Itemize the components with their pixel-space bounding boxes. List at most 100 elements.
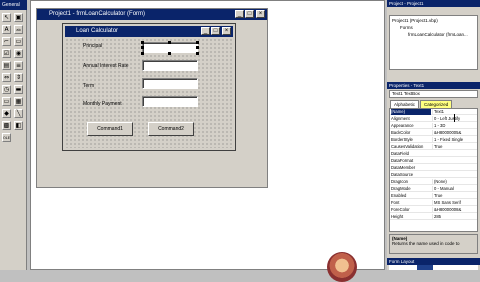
command1-button[interactable]: Command1 [87,122,133,136]
property-name: ForeColor [391,207,410,212]
selection-handle[interactable] [168,41,171,44]
property-value[interactable]: &H80000005& [432,130,477,136]
combobox-icon[interactable]: ▤ [2,61,11,70]
toolbox-panel: General ↖ ▣ Aab ⌐ ▭ ☑ ◉ ▤ ≡ ⇔ ⇕ ◷ ▬ ▭ ▦ ◆ ╲ ▩ ◧ OLE [0,0,27,270]
property-value[interactable]: True [432,144,477,150]
ole-icon[interactable]: OLE [2,133,11,142]
form-maximize-button[interactable]: □ [211,27,220,35]
maximize-button[interactable]: □ [245,10,254,18]
form-close-button[interactable]: × [222,27,231,35]
property-row[interactable]: DataField [390,151,477,157]
pointer-icon[interactable]: ↖ [2,13,11,22]
payment-textbox[interactable] [142,96,198,107]
selection-handle[interactable] [141,41,144,44]
hscrollbar-icon[interactable]: ⇔ [2,73,11,82]
form-layout-preview[interactable] [417,265,433,270]
loan-calculator-form[interactable]: Loan Calculator _ □ × Principal Annual I… [63,24,235,150]
property-row[interactable]: DataFormat [390,158,477,164]
form-layout-title: Form Layout [387,258,480,265]
property-name: Appearance [391,123,414,128]
drivelistbox-icon[interactable]: ▬ [14,85,23,94]
dirlistbox-icon[interactable]: ▭ [2,97,11,106]
tree-forms-folder[interactable]: Forms [400,25,413,30]
property-value[interactable]: True [432,193,477,199]
property-row[interactable]: Height 285 [390,214,477,220]
command2-button[interactable]: Command2 [148,122,194,136]
toolbox-title: General [0,0,27,10]
property-row[interactable]: Alignment 0 - Left Justify [390,116,477,122]
tab-categorized[interactable]: Categorized [420,100,453,108]
form-client-area[interactable]: Principal Annual Interest Rate Term Mont… [65,38,233,148]
optionbutton-icon[interactable]: ◉ [14,49,23,58]
property-row[interactable]: BackColor &H80000005& [390,130,477,136]
property-row[interactable]: BorderStyle 1 - Fixed Single [390,137,477,143]
project-toolbar [389,8,478,14]
property-value[interactable]: (None) [432,179,477,185]
label-icon[interactable]: A [2,25,11,34]
property-row[interactable]: Enabled True [390,193,477,199]
timer-icon[interactable]: ◷ [2,85,11,94]
tree-project-root[interactable]: Project1 (Project1.vbp) [392,18,438,23]
property-row[interactable]: DragIcon (None) [390,179,477,185]
property-name: CausesValidation [391,144,424,149]
filelistbox-icon[interactable]: ▦ [14,97,23,106]
property-value[interactable]: MS Sans Serif [432,200,477,206]
minimize-button[interactable]: _ [235,10,244,18]
property-value[interactable]: 1 - 3D [432,123,477,129]
commandbutton-icon[interactable]: ▭ [14,37,23,46]
payment-label: Monthly Payment [83,101,122,107]
property-row[interactable]: DataMember [390,165,477,171]
form-layout-area [389,265,478,270]
right-dock: Project - Project1 Project1 (Project1.vb… [387,0,480,270]
property-row[interactable]: Font MS Sans Serif [390,200,477,206]
picturebox-icon[interactable]: ▣ [14,13,23,22]
frame-icon[interactable]: ⌐ [2,37,11,46]
property-name: DataSource [391,172,414,177]
property-row[interactable]: DragMode 0 - Manual [390,186,477,192]
checkbox-icon[interactable]: ☑ [2,49,11,58]
property-name: BackColor [391,130,411,135]
selection-handle[interactable] [196,46,199,49]
property-row[interactable]: (Name) Text1 [390,109,477,115]
property-value[interactable]: 285 [432,214,477,220]
property-name: DataField [391,151,409,156]
tree-form-item[interactable]: frmLoanCalculator (frmLoan... [408,32,468,37]
textbox-icon[interactable]: ab [14,25,23,34]
tab-alphabetic[interactable]: Alphabetic [390,100,420,108]
property-name: DataMember [391,165,416,170]
property-row[interactable]: DataSource [390,172,477,178]
designer-window-title: Project1 - frmLoanCalculator (Form) [37,9,267,20]
data-icon[interactable]: ◧ [14,121,23,130]
selection-handle[interactable] [196,52,199,55]
shape-icon[interactable]: ◆ [2,109,11,118]
project-tree: Project1 (Project1.vbp) Forms frmLoanCal… [389,15,478,70]
property-value[interactable]: 1 - Fixed Single [432,137,477,143]
property-name: Height [391,214,404,219]
principal-label: Principal [83,43,103,49]
term-textbox[interactable] [142,78,198,89]
close-button[interactable]: × [256,10,265,18]
text-cursor-icon [454,114,458,122]
property-row[interactable]: CausesValidation True [390,144,477,150]
property-row[interactable]: Appearance 1 - 3D [390,123,477,129]
vscrollbar-icon[interactable]: ⇕ [14,73,23,82]
selection-handle[interactable] [168,52,171,55]
property-value[interactable]: 0 - Manual [432,186,477,192]
selection-handle[interactable] [196,41,199,44]
property-name: DragIcon [391,179,408,184]
property-value[interactable]: &H80000008& [432,207,477,213]
image-icon[interactable]: ▩ [2,121,11,130]
line-icon[interactable]: ╲ [14,109,23,118]
object-combo[interactable]: Text1 TextBox [389,90,478,98]
property-name: Enabled [391,193,407,198]
listbox-icon[interactable]: ≡ [14,61,23,70]
rate-textbox[interactable] [142,60,198,71]
property-name: BorderStyle [391,137,413,142]
description-text: Returns the name used in code to [392,241,460,246]
selection-handle[interactable] [141,46,144,49]
selection-handle[interactable] [141,52,144,55]
property-name: DataFormat [391,158,414,163]
form-minimize-button[interactable]: _ [201,27,210,35]
property-row[interactable]: ForeColor &H80000008& [390,207,477,213]
presenter-avatar [327,252,357,282]
